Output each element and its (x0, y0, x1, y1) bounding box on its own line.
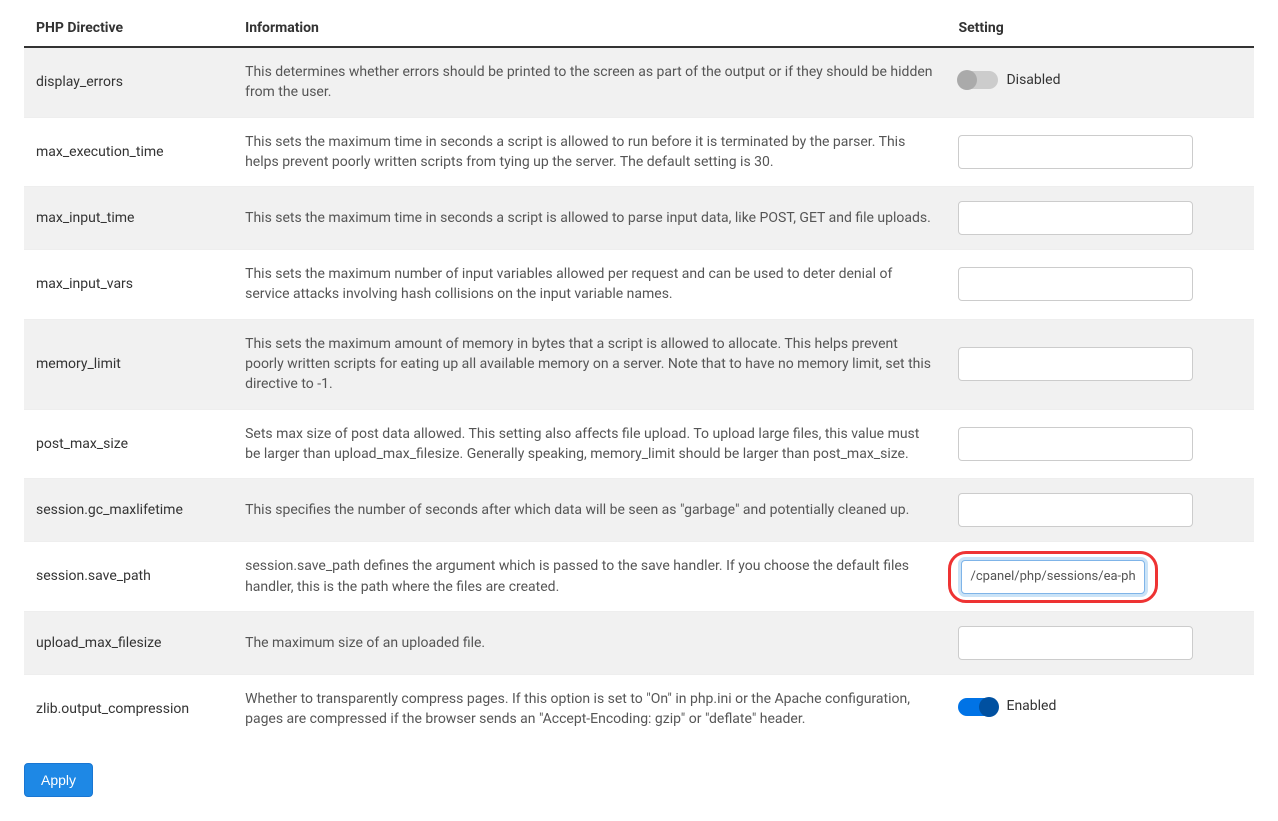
toggle-state-label: Disabled (1006, 70, 1060, 90)
input-post_max_size[interactable] (958, 427, 1193, 461)
directive-setting-cell (946, 117, 1254, 187)
php-directives-table: PHP Directive Information Setting displa… (24, 10, 1254, 743)
directive-setting-cell (946, 479, 1254, 542)
directive-name: max_input_time (24, 187, 233, 250)
directive-info: This specifies the number of seconds aft… (233, 479, 946, 542)
directive-setting-cell: Disabled (946, 47, 1254, 117)
directive-info: This sets the maximum time in seconds a … (233, 117, 946, 187)
directive-name: session.gc_maxlifetime (24, 479, 233, 542)
directive-info: Sets max size of post data allowed. This… (233, 409, 946, 479)
table-row: max_execution_timeThis sets the maximum … (24, 117, 1254, 187)
toggle-zlib.output_compression[interactable] (958, 698, 998, 716)
directive-info: This sets the maximum number of input va… (233, 250, 946, 320)
directive-info: This determines whether errors should be… (233, 47, 946, 117)
highlighted-input-wrap (948, 551, 1158, 603)
directive-setting-cell (946, 250, 1254, 320)
table-row: display_errorsThis determines whether er… (24, 47, 1254, 117)
directive-name: post_max_size (24, 409, 233, 479)
table-row: zlib.output_compressionWhether to transp… (24, 674, 1254, 743)
table-row: session.save_pathsession.save_path defin… (24, 542, 1254, 612)
directive-setting-cell: Enabled (946, 674, 1254, 743)
directive-info: session.save_path defines the argument w… (233, 542, 946, 612)
directive-name: session.save_path (24, 542, 233, 612)
input-session.save_path[interactable] (961, 560, 1145, 594)
directive-setting-cell (946, 611, 1254, 674)
input-memory_limit[interactable] (958, 347, 1193, 381)
directive-name: max_execution_time (24, 117, 233, 187)
input-upload_max_filesize[interactable] (958, 626, 1193, 660)
directive-name: memory_limit (24, 319, 233, 409)
input-max_input_time[interactable] (958, 201, 1193, 235)
toggle-knob (979, 697, 999, 717)
directive-info: This sets the maximum time in seconds a … (233, 187, 946, 250)
table-row: upload_max_filesizeThe maximum size of a… (24, 611, 1254, 674)
table-row: memory_limitThis sets the maximum amount… (24, 319, 1254, 409)
directive-name: zlib.output_compression (24, 674, 233, 743)
input-max_execution_time[interactable] (958, 135, 1193, 169)
table-row: post_max_sizeSets max size of post data … (24, 409, 1254, 479)
table-row: session.gc_maxlifetimeThis specifies the… (24, 479, 1254, 542)
toggle-knob (957, 70, 977, 90)
directive-name: max_input_vars (24, 250, 233, 320)
directive-name: display_errors (24, 47, 233, 117)
directive-setting-cell (946, 409, 1254, 479)
directive-info: This sets the maximum amount of memory i… (233, 319, 946, 409)
input-max_input_vars[interactable] (958, 267, 1193, 301)
directive-info: The maximum size of an uploaded file. (233, 611, 946, 674)
toggle-state-label: Enabled (1006, 696, 1056, 716)
apply-button[interactable]: Apply (24, 763, 93, 797)
toggle-display_errors[interactable] (958, 71, 998, 89)
col-header-information: Information (233, 10, 946, 47)
table-row: max_input_timeThis sets the maximum time… (24, 187, 1254, 250)
directive-setting-cell (946, 542, 1254, 612)
table-row: max_input_varsThis sets the maximum numb… (24, 250, 1254, 320)
col-header-setting: Setting (946, 10, 1254, 47)
col-header-directive: PHP Directive (24, 10, 233, 47)
directive-setting-cell (946, 187, 1254, 250)
input-session.gc_maxlifetime[interactable] (958, 493, 1193, 527)
directive-name: upload_max_filesize (24, 611, 233, 674)
directive-info: Whether to transparently compress pages.… (233, 674, 946, 743)
directive-setting-cell (946, 319, 1254, 409)
